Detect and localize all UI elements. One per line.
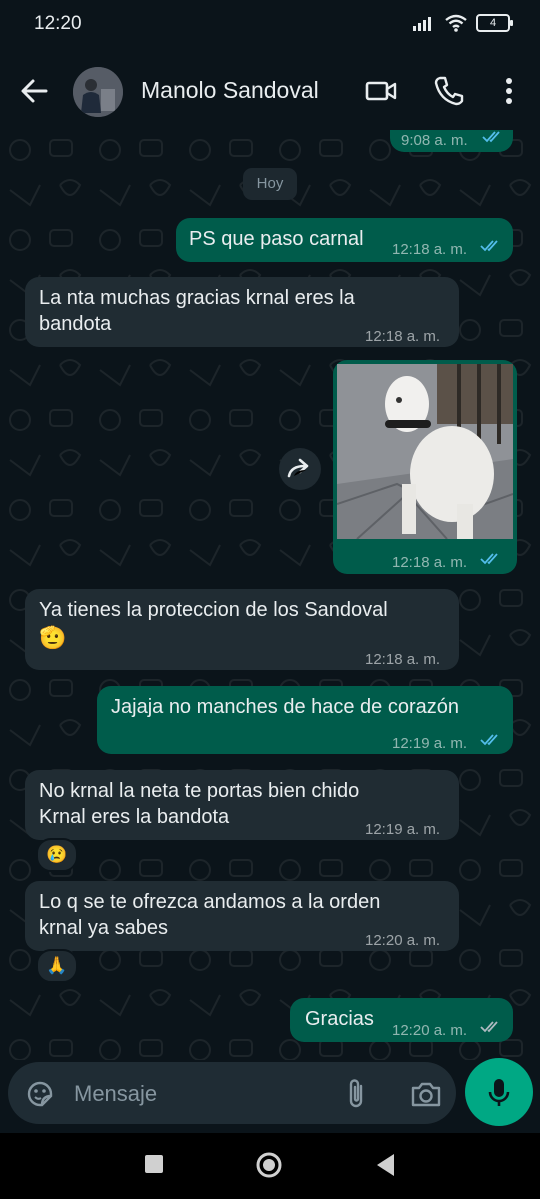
forward-icon [287,458,309,478]
message-bubble-outgoing[interactable]: Jajaja no manches de hace de corazón 12:… [97,686,513,754]
read-ticks-icon [480,734,498,746]
message-reaction[interactable]: 😢 [36,838,78,872]
read-ticks-icon [480,240,498,252]
more-options-icon[interactable] [492,74,526,108]
back-arrow-icon[interactable] [18,76,50,106]
mic-icon [488,1079,510,1106]
avatar[interactable] [73,67,123,117]
message-input[interactable]: Mensaje [74,1081,157,1107]
signal-icon [413,17,431,31]
message-composer[interactable]: Mensaje [8,1062,456,1124]
salute-emoji: 🫡 [39,625,67,650]
read-ticks-icon [482,131,500,143]
forward-button[interactable] [279,448,321,490]
message-bubble-incoming[interactable]: Lo q se te ofrezca andamos a la orden kr… [25,881,459,951]
camera-icon[interactable] [410,1079,442,1109]
read-ticks-icon [480,553,498,565]
sticker-icon[interactable] [25,1079,55,1109]
message-bubble-incoming[interactable]: La nta muchas gracias krnal eres la band… [25,277,459,347]
message-time: 12:20 a. m. [392,1022,468,1039]
nav-recents-icon[interactable] [143,1153,165,1175]
wifi-icon [445,14,467,32]
nav-home-icon[interactable] [254,1150,284,1180]
message-text-line-2: krnal ya sabes [39,917,168,939]
message-time: 12:19 a. m. [365,821,441,838]
message-time: 9:08 a. m. [401,132,468,149]
message-time: 12:18 a. m. [365,651,441,668]
previous-message-bubble[interactable]: 9:08 a. m. [390,130,513,152]
message-text-line-1: No krnal la neta te portas bien chido [39,780,360,802]
system-nav-bar [0,1133,540,1199]
message-text-line-1: Ya tienes la proteccion de los Sandoval [39,599,388,621]
phone-icon[interactable] [432,74,466,108]
battery-icon: 4 [476,14,513,32]
message-text-line-2: Krnal eres la bandota [39,806,230,828]
date-divider: Hoy [243,168,297,200]
chat-header: Manolo Sandoval [0,50,540,130]
message-bubble-outgoing[interactable]: Gracias 12:20 a. m. [290,998,513,1042]
status-time: 12:20 [34,13,82,34]
message-time: 12:20 a. m. [365,932,441,949]
message-time: 12:18 a. m. [392,241,468,258]
message-time: 12:19 a. m. [392,735,468,752]
dog-photo-thumbnail[interactable] [337,364,513,539]
message-bubble-incoming[interactable]: Ya tienes la proteccion de los Sandoval … [25,589,459,670]
message-text-line-2: bandota [39,313,112,335]
message-time: 12:18 a. m. [365,328,441,345]
chat-area[interactable]: 9:08 a. m. Hoy PS que paso carnal 12:18 … [0,130,540,1060]
video-call-icon[interactable] [364,74,398,108]
delivered-ticks-icon [480,1021,498,1033]
mic-button[interactable] [465,1058,533,1126]
status-bar: 12:20 4 [0,0,540,50]
message-text-line-1: La nta muchas gracias krnal eres la [39,287,355,309]
message-text: Gracias [305,1008,374,1030]
contact-name[interactable]: Manolo Sandoval [141,77,319,104]
nav-back-icon[interactable] [374,1152,396,1178]
message-text: PS que paso carnal [189,228,364,250]
message-text: Jajaja no manches de hace de corazón [111,696,460,718]
message-reaction[interactable]: 🙏 [36,949,78,983]
message-text-line-1: Lo q se te ofrezca andamos a la orden [39,891,381,913]
message-bubble-incoming[interactable]: No krnal la neta te portas bien chido Kr… [25,770,459,840]
message-time: 12:18 a. m. [392,554,468,571]
message-bubble-outgoing[interactable]: PS que paso carnal 12:18 a. m. [176,218,513,262]
attach-icon[interactable] [342,1077,370,1111]
status-icons: 4 [412,14,513,32]
